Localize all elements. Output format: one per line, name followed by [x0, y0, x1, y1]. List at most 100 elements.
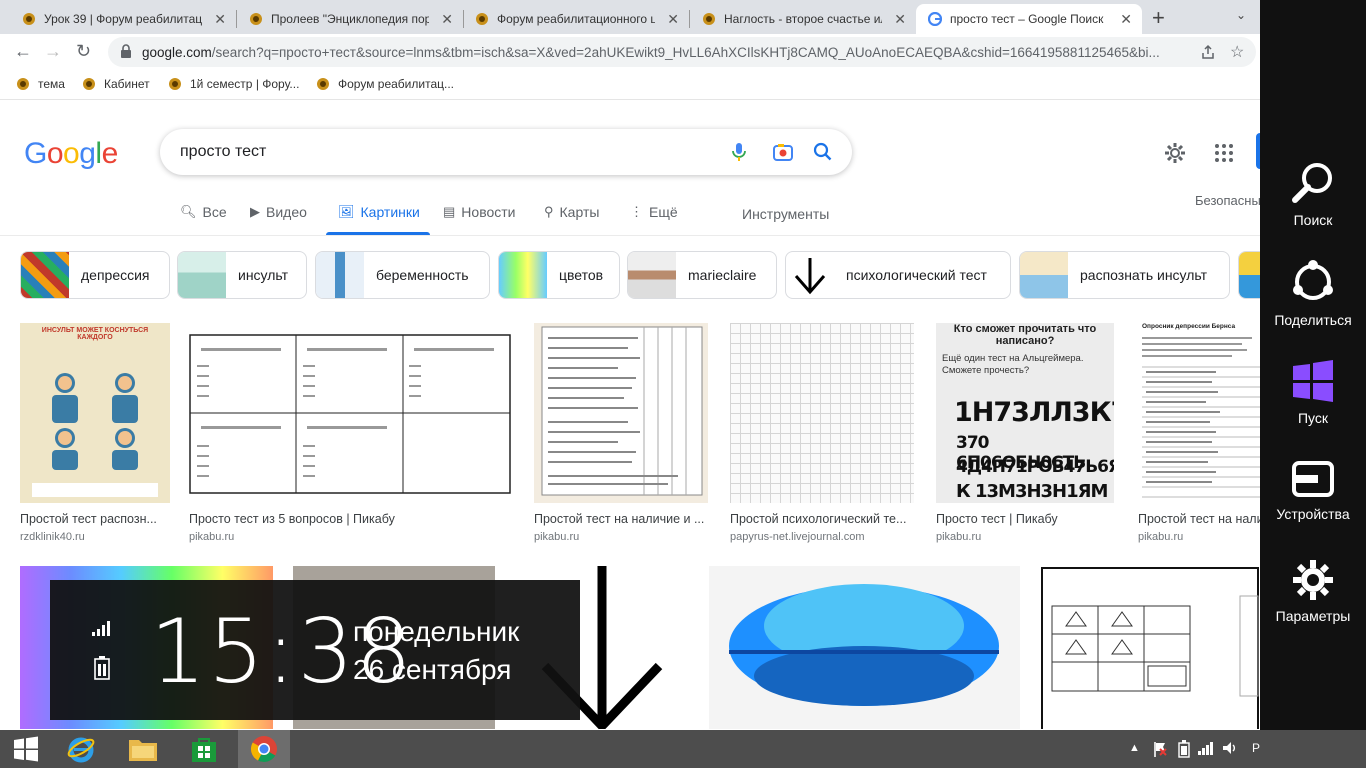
charm-start[interactable]: Пуск: [1260, 358, 1366, 426]
bookmark-item[interactable]: Форум реабилитац...: [316, 77, 454, 91]
tools-button[interactable]: Инструменты: [742, 206, 829, 222]
tab-naglost[interactable]: Наглость - второе счастье ил ✕: [680, 4, 916, 34]
input-language-indicator[interactable]: Р: [1252, 741, 1260, 755]
internet-explorer-button[interactable]: [55, 730, 107, 768]
back-arrow-icon[interactable]: ←: [14, 41, 32, 62]
reload-icon[interactable]: ↻: [76, 41, 91, 62]
google-logo[interactable]: Google: [24, 137, 118, 171]
forum-favicon-icon: [23, 13, 35, 25]
read-test-title: Кто сможет прочитать что написано?: [953, 323, 1097, 347]
camera-lens-icon[interactable]: [772, 141, 794, 163]
tab-maps[interactable]: ⚲ Карты: [544, 204, 599, 220]
tab-more[interactable]: ⋮ Ещё: [630, 204, 678, 220]
result-image-word-search[interactable]: [730, 323, 914, 503]
forum-favicon-icon: [317, 78, 329, 90]
tab-label: Все: [202, 204, 227, 220]
chip-depression[interactable]: депрессия: [20, 251, 170, 299]
result-source[interactable]: pikabu.ru: [936, 531, 981, 543]
tab-google-search[interactable]: просто тест – Google Поиск ✕: [916, 4, 1142, 34]
tab-title: Урок 39 | Форум реабилитац: [44, 12, 202, 26]
tab-proleev[interactable]: Пролеев "Энциклопедия пор ✕: [227, 4, 463, 34]
bookmark-label: Форум реабилитац...: [338, 77, 454, 91]
result-caption[interactable]: Простой тест распозн...: [20, 512, 170, 526]
gear-icon[interactable]: [1163, 141, 1187, 165]
result-image-stroke-poster[interactable]: ИНСУЛЬТ МОЖЕТ КОСНУТЬСЯ КАЖДОГО: [20, 323, 170, 503]
charm-settings[interactable]: Параметры: [1260, 558, 1366, 624]
result-caption[interactable]: Простой тест на нали: [1138, 512, 1260, 526]
chip-thumbnail: [628, 252, 676, 298]
charm-search[interactable]: Поиск: [1260, 160, 1366, 228]
close-icon[interactable]: ✕: [1120, 11, 1132, 28]
result-caption[interactable]: Простой психологический те...: [730, 512, 914, 526]
result-image-blue-tree[interactable]: [709, 566, 1020, 729]
result-image-shapes-test[interactable]: [1040, 566, 1260, 729]
result-source[interactable]: rzdklinik40.ru: [20, 531, 85, 543]
tab-lesson39[interactable]: Урок 39 | Форум реабилитац ✕: [0, 4, 236, 34]
apps-grid-icon[interactable]: [1214, 143, 1234, 163]
result-caption[interactable]: Простой тест на наличие и ...: [534, 512, 708, 526]
tab-news[interactable]: ▤ Новости: [443, 204, 516, 220]
battery-icon[interactable]: [1178, 740, 1190, 758]
microphone-icon[interactable]: [728, 141, 750, 163]
close-icon[interactable]: ✕: [214, 11, 226, 28]
address-bar[interactable]: google.com/search?q=просто+тест&source=l…: [108, 37, 1256, 67]
result-source[interactable]: pikabu.ru: [1138, 531, 1183, 543]
bookmark-item[interactable]: 1й семестр | Фору...: [168, 77, 299, 91]
file-explorer-button[interactable]: [117, 730, 169, 768]
tab-forum[interactable]: Форум реабилитационного ц ✕: [453, 4, 689, 34]
chip-psychological-test[interactable]: психологический тест: [785, 251, 1011, 299]
search-icon[interactable]: [812, 141, 834, 163]
bookmark-item[interactable]: тема: [16, 77, 65, 91]
chip-thumbnail: [1020, 252, 1068, 298]
chip-marieclaire[interactable]: marieclaire: [627, 251, 777, 299]
result-image-5-questions[interactable]: [189, 323, 511, 503]
bookmark-label: Кабинет: [104, 77, 150, 91]
tab-video[interactable]: ▶︎ Видео: [250, 204, 307, 220]
speaker-volume-icon[interactable]: [1222, 741, 1238, 755]
safesearch-label[interactable]: Безопасны: [1195, 193, 1260, 208]
browser-toolbar: ← → ↻ google.com/search?q=просто+тест&so…: [0, 34, 1260, 70]
chip-thumbnail: [316, 252, 364, 298]
result-source[interactable]: pikabu.ru: [534, 531, 579, 543]
search-box[interactable]: просто тест: [160, 129, 852, 175]
start-button[interactable]: [0, 730, 52, 768]
search-input[interactable]: просто тест: [180, 143, 266, 161]
close-icon[interactable]: ✕: [441, 11, 453, 28]
tab-search-chevron-icon[interactable]: ⌄: [1236, 8, 1246, 22]
chip-partial[interactable]: [1238, 251, 1260, 299]
chip-recognize-stroke[interactable]: распознать инсульт: [1019, 251, 1230, 299]
tab-all[interactable]: 🔍︎ Все: [180, 204, 227, 220]
tab-images[interactable]: 🖼︎ Картинки: [338, 204, 420, 220]
show-hidden-icons-icon[interactable]: ▲: [1129, 742, 1140, 754]
result-source[interactable]: pikabu.ru: [189, 531, 234, 543]
read-test-line: 1Н73ЛЛ3К7: [954, 397, 1114, 428]
result-image-read-test[interactable]: Кто сможет прочитать что написано? Ещё о…: [936, 323, 1114, 503]
forum-favicon-icon: [17, 78, 29, 90]
result-image-burns-depression[interactable]: Опросник депрессии Бернса: [1138, 323, 1260, 503]
result-caption[interactable]: Просто тест | Пикабу: [936, 512, 1114, 526]
close-icon[interactable]: ✕: [894, 11, 906, 28]
charms-bar: Поиск Поделиться Пуск Устройства Парамет…: [1260, 0, 1366, 730]
close-icon[interactable]: ✕: [667, 11, 679, 28]
new-tab-button[interactable]: +: [1152, 5, 1165, 31]
signal-strength-icon[interactable]: [1198, 741, 1214, 755]
chip-colors[interactable]: цветов: [498, 251, 620, 299]
chip-thumbnail: [1239, 252, 1260, 298]
taskbar: ▲ Р: [0, 730, 1366, 768]
flag-notifications-icon[interactable]: [1152, 740, 1168, 758]
share-circle-icon: [1293, 260, 1333, 300]
result-image-questionnaire[interactable]: [534, 323, 708, 503]
result-source[interactable]: papyrus-net.livejournal.com: [730, 531, 865, 543]
charm-devices[interactable]: Устройства: [1260, 460, 1366, 522]
share-icon[interactable]: [1200, 44, 1216, 60]
tab-label: Карты: [559, 204, 600, 220]
chrome-button[interactable]: [238, 730, 290, 768]
bookmark-star-icon[interactable]: ☆: [1230, 42, 1244, 62]
bookmark-item[interactable]: Кабинет: [82, 77, 150, 91]
result-caption[interactable]: Просто тест из 5 вопросов | Пикабу: [189, 512, 511, 526]
charm-share[interactable]: Поделиться: [1260, 258, 1366, 328]
store-button[interactable]: [178, 730, 230, 768]
chip-pregnancy[interactable]: беременность: [315, 251, 490, 299]
chip-stroke[interactable]: инсульт: [177, 251, 307, 299]
forward-arrow-icon[interactable]: →: [44, 41, 62, 62]
